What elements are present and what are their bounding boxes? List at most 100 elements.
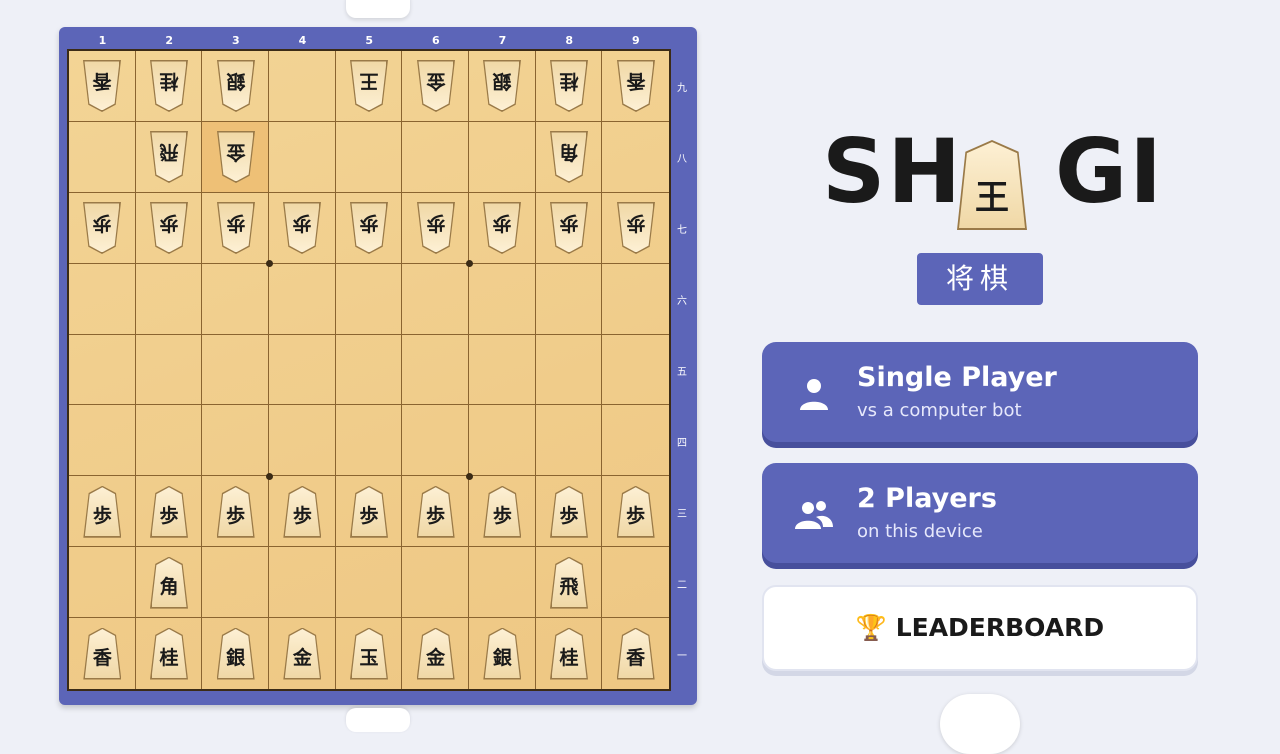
board-cell[interactable] (602, 405, 669, 477)
board-cell[interactable] (469, 547, 536, 619)
leaderboard-button[interactable]: 🏆 LEADERBOARD (762, 585, 1198, 671)
shogi-piece[interactable]: 玉 (350, 627, 388, 680)
shogi-piece[interactable]: 歩 (83, 485, 122, 538)
board-cell[interactable] (469, 405, 536, 477)
shogi-piece[interactable]: 歩 (483, 485, 522, 538)
shogi-piece[interactable]: 銀 (483, 627, 522, 680)
board-cell[interactable] (602, 335, 669, 406)
shogi-piece[interactable]: 金 (416, 627, 455, 680)
board-cell[interactable] (335, 334, 403, 406)
file-label: 4 (298, 34, 307, 47)
shogi-piece[interactable]: 歩 (616, 485, 655, 538)
board-cell[interactable] (202, 405, 269, 477)
shogi-piece[interactable]: 歩 (350, 202, 388, 254)
shogi-piece[interactable]: 桂 (150, 627, 188, 680)
board-cell[interactable] (202, 263, 269, 335)
board-cell[interactable] (402, 263, 469, 335)
board-cell[interactable] (269, 405, 336, 477)
board-cell[interactable] (335, 405, 403, 477)
shogi-piece[interactable]: 桂 (550, 627, 588, 680)
piece-char: 角 (559, 141, 579, 164)
board-cell[interactable] (269, 263, 336, 335)
shogi-piece[interactable]: 歩 (417, 202, 455, 254)
board-cell[interactable] (402, 334, 469, 406)
shogi-piece[interactable]: 歩 (350, 485, 388, 538)
single-player-button[interactable]: Single Player vs a computer bot (762, 342, 1198, 442)
board-cell[interactable] (135, 334, 203, 406)
board-cell[interactable] (402, 405, 469, 477)
shogi-piece[interactable]: 香 (616, 627, 655, 680)
board-cell[interactable] (469, 263, 536, 335)
shogi-piece[interactable]: 桂 (150, 60, 188, 112)
shogi-piece[interactable]: 歩 (550, 485, 588, 538)
board-cell[interactable] (135, 263, 203, 335)
rank-label: 八 (677, 154, 687, 166)
board-cell[interactable] (602, 547, 669, 619)
bottom-tab-handle[interactable] (346, 708, 410, 732)
piece-char: 桂 (159, 647, 179, 670)
shogi-piece[interactable]: 桂 (550, 60, 588, 112)
shogi-piece[interactable]: 歩 (550, 202, 588, 254)
piece-char: 歩 (559, 212, 579, 235)
board-cell[interactable] (402, 547, 469, 619)
bottom-round-button[interactable] (940, 694, 1020, 754)
board-cell[interactable] (335, 121, 403, 193)
shogi-piece[interactable]: 金 (417, 60, 455, 112)
piece-char: 金 (426, 647, 446, 670)
shogi-piece[interactable]: 歩 (150, 202, 188, 254)
board-cell[interactable] (402, 121, 469, 193)
board-cell[interactable] (135, 405, 203, 477)
shogi-piece[interactable]: 銀 (217, 60, 255, 112)
board-cell[interactable] (69, 263, 136, 335)
piece-char: 香 (626, 647, 646, 670)
shogi-piece[interactable]: 歩 (483, 202, 521, 254)
shogi-piece[interactable]: 銀 (216, 627, 255, 680)
shogi-piece[interactable]: 飛 (550, 556, 588, 609)
shogi-piece[interactable]: 銀 (483, 60, 521, 112)
shogi-piece[interactable]: 角 (150, 556, 188, 609)
top-tab-handle[interactable] (346, 0, 410, 18)
board-cell[interactable] (269, 547, 336, 619)
shogi-piece[interactable]: 飛 (150, 131, 188, 183)
board-cell[interactable] (469, 334, 536, 406)
shogi-piece[interactable]: 金 (283, 627, 322, 680)
piece-char: 香 (626, 70, 646, 93)
board-cell[interactable] (69, 121, 136, 193)
board-cell[interactable] (469, 121, 536, 193)
shogi-piece[interactable]: 歩 (217, 202, 255, 254)
board-cell[interactable] (602, 264, 669, 335)
board-cell[interactable] (269, 121, 336, 193)
board-cell[interactable] (535, 334, 603, 406)
two-players-button[interactable]: 2 Players on this device (762, 463, 1198, 563)
shogi-piece[interactable]: 歩 (150, 485, 188, 538)
shogi-piece[interactable]: 金 (217, 131, 255, 183)
shogi-piece[interactable]: 香 (617, 60, 655, 112)
shogi-piece[interactable]: 歩 (283, 485, 322, 538)
board-cell[interactable] (269, 334, 336, 406)
shogi-piece[interactable]: 歩 (617, 202, 655, 254)
board-cell[interactable] (69, 405, 136, 477)
board-cell[interactable] (202, 334, 269, 406)
board-cell[interactable] (535, 263, 603, 335)
piece-char: 歩 (359, 212, 379, 235)
file-label: 8 (565, 34, 573, 47)
board-cell[interactable] (602, 122, 669, 193)
shogi-piece[interactable]: 歩 (216, 485, 255, 538)
board-cell[interactable] (335, 547, 403, 619)
shogi-piece[interactable]: 角 (550, 131, 588, 183)
board-cell[interactable] (269, 51, 336, 122)
board-cell[interactable] (69, 334, 136, 406)
shogi-piece[interactable]: 香 (83, 60, 121, 112)
board-cell[interactable] (202, 547, 269, 619)
board-cell[interactable] (335, 263, 403, 335)
shogi-piece[interactable]: 歩 (283, 202, 321, 254)
board-cell[interactable] (535, 405, 603, 477)
shogi-piece[interactable]: 歩 (83, 202, 121, 254)
shogi-board[interactable]: 香桂銀王金銀桂香飛金角歩歩歩歩歩歩歩歩歩歩歩歩歩歩歩歩歩歩角飛香桂銀金玉金銀桂香 (67, 49, 671, 691)
shogi-piece[interactable]: 香 (83, 627, 122, 680)
shogi-piece[interactable]: 王 (350, 60, 388, 112)
piece-char: 歩 (159, 212, 179, 235)
board-cell[interactable] (69, 547, 136, 619)
title-left: SH (822, 120, 964, 223)
shogi-piece[interactable]: 歩 (416, 485, 455, 538)
